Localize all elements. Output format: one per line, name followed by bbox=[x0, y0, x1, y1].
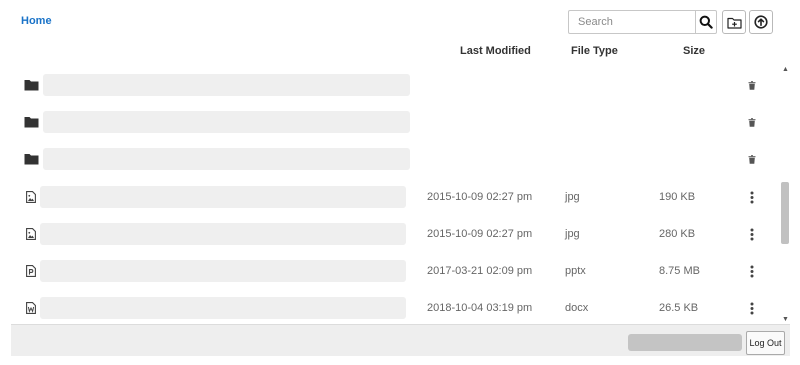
folder-icon bbox=[23, 78, 39, 92]
more-options-button[interactable] bbox=[745, 226, 759, 242]
table-row[interactable] bbox=[11, 104, 779, 140]
trash-icon bbox=[748, 80, 756, 90]
search-icon bbox=[699, 15, 713, 29]
upload-button[interactable] bbox=[749, 10, 773, 34]
table-row[interactable] bbox=[11, 141, 779, 177]
search-input[interactable] bbox=[569, 11, 695, 33]
image-file-icon bbox=[23, 190, 39, 204]
more-vertical-icon bbox=[750, 191, 754, 203]
table-row[interactable]: 2017-03-21 02:09 pm pptx 8.75 MB bbox=[11, 253, 779, 289]
file-type: jpg bbox=[565, 228, 580, 240]
more-options-button[interactable] bbox=[745, 263, 759, 279]
more-options-button[interactable] bbox=[745, 300, 759, 316]
last-modified: 2015-10-09 02:27 pm bbox=[427, 191, 533, 203]
image-file-icon bbox=[23, 227, 39, 241]
more-vertical-icon bbox=[750, 302, 754, 314]
breadcrumb-home-link[interactable]: Home bbox=[21, 15, 52, 27]
last-modified: 2015-10-09 02:27 pm bbox=[427, 228, 533, 240]
file-list: 2015-10-09 02:27 pm jpg 190 KB 2015-10-0… bbox=[11, 66, 789, 324]
delete-button[interactable] bbox=[745, 151, 759, 167]
scroll-down-arrow-icon[interactable]: ▼ bbox=[782, 316, 789, 324]
column-header-last-modified[interactable]: Last Modified bbox=[460, 45, 531, 57]
vertical-scrollbar[interactable]: ▲ ▼ bbox=[780, 66, 790, 324]
table-row[interactable]: 2018-10-04 03:19 pm docx 26.5 KB bbox=[11, 290, 779, 324]
file-size: 8.75 MB bbox=[659, 265, 700, 277]
presentation-file-icon bbox=[23, 264, 39, 278]
search-button[interactable] bbox=[695, 11, 716, 33]
scroll-up-arrow-icon[interactable]: ▲ bbox=[782, 66, 789, 73]
upload-icon bbox=[754, 15, 768, 29]
file-name[interactable] bbox=[40, 223, 406, 245]
file-size: 190 KB bbox=[659, 191, 696, 203]
user-name-placeholder bbox=[628, 334, 742, 351]
file-size: 280 KB bbox=[659, 228, 696, 240]
column-header-size[interactable]: Size bbox=[683, 45, 705, 57]
file-name[interactable] bbox=[43, 74, 410, 96]
file-type: jpg bbox=[565, 191, 580, 203]
folder-icon bbox=[23, 115, 39, 129]
footer-bar: Log Out bbox=[11, 324, 790, 356]
more-vertical-icon bbox=[750, 265, 754, 277]
file-name[interactable] bbox=[43, 148, 410, 170]
table-row[interactable]: 2015-10-09 02:27 pm jpg 190 KB bbox=[11, 179, 779, 215]
more-options-button[interactable] bbox=[745, 189, 759, 205]
logout-button[interactable]: Log Out bbox=[746, 331, 785, 355]
table-row[interactable] bbox=[11, 67, 779, 103]
file-type: pptx bbox=[565, 265, 586, 277]
file-name[interactable] bbox=[43, 111, 410, 133]
file-type: docx bbox=[565, 302, 589, 314]
trash-icon bbox=[748, 117, 756, 127]
last-modified: 2017-03-21 02:09 pm bbox=[427, 265, 533, 277]
file-size: 26.5 KB bbox=[659, 302, 699, 314]
new-folder-icon bbox=[726, 17, 742, 29]
search-box bbox=[568, 10, 717, 34]
trash-icon bbox=[748, 154, 756, 164]
delete-button[interactable] bbox=[745, 77, 759, 93]
file-name[interactable] bbox=[40, 260, 406, 282]
table-row[interactable]: 2015-10-09 02:27 pm jpg 280 KB bbox=[11, 216, 779, 252]
scrollbar-thumb[interactable] bbox=[781, 182, 789, 244]
file-name[interactable] bbox=[40, 186, 406, 208]
last-modified: 2018-10-04 03:19 pm bbox=[427, 302, 533, 314]
delete-button[interactable] bbox=[745, 114, 759, 130]
new-folder-button[interactable] bbox=[722, 10, 746, 34]
more-vertical-icon bbox=[750, 228, 754, 240]
document-file-icon bbox=[23, 301, 39, 315]
file-name[interactable] bbox=[40, 297, 406, 319]
column-header-file-type[interactable]: File Type bbox=[571, 45, 618, 57]
folder-icon bbox=[23, 152, 39, 166]
